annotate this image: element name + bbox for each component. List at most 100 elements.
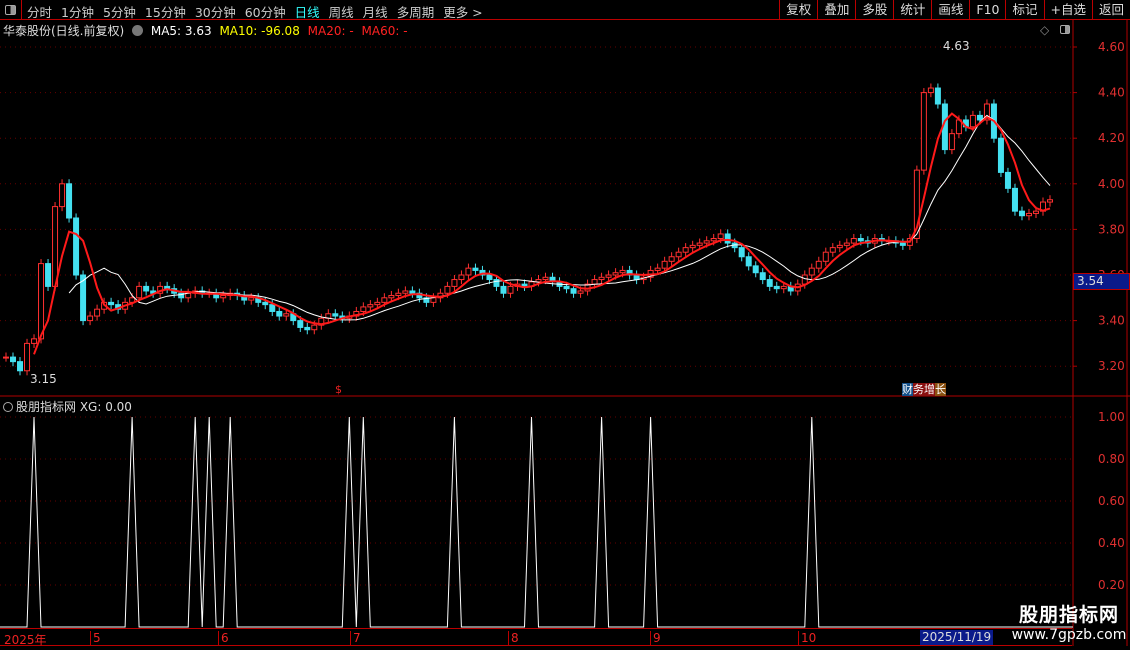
candle-body: [269, 304, 276, 312]
candle-body: [248, 297, 255, 301]
candle-body: [66, 183, 73, 219]
candle-body: [808, 267, 815, 276]
candle-body: [1018, 210, 1025, 217]
candle-body: [899, 242, 906, 246]
candle-body: [822, 251, 829, 262]
candle-body: [752, 265, 759, 274]
candle-body: [535, 279, 542, 283]
current-date-label: 2025/11/19: [920, 630, 994, 645]
xg-signal-line: [0, 416, 1073, 628]
candle-body: [430, 297, 437, 303]
candle-body: [381, 297, 388, 303]
candle-body: [262, 301, 269, 306]
price-tick-label: 4.40: [1098, 86, 1125, 100]
candle-body: [276, 310, 283, 317]
candle-body: [766, 279, 773, 287]
candle-body: [360, 306, 367, 312]
candle-body: [976, 114, 983, 121]
indicator-tick-label: 0.40: [1098, 536, 1125, 550]
date-label: 6: [218, 631, 229, 646]
date-label: 8: [508, 631, 519, 646]
marker-char: 财: [902, 383, 913, 396]
candle-body: [1047, 199, 1053, 203]
candle-body: [87, 315, 94, 322]
date-axis: 2025年 5 6 7 8 9 10 2025/11/19: [0, 628, 1072, 647]
candle-body: [724, 233, 731, 244]
candle-body: [73, 217, 80, 276]
candle-body: [500, 285, 507, 294]
candle-body: [997, 137, 1004, 173]
candle-body: [38, 263, 45, 340]
candle-body: [717, 233, 724, 240]
date-label: 5: [90, 631, 101, 646]
indicator-header: 股朋指标网 XG: 0.00: [3, 398, 132, 415]
candle-body: [920, 92, 927, 171]
indicator-tick-label: 0.60: [1098, 494, 1125, 508]
candle-body: [17, 361, 24, 372]
candle-body: [143, 285, 150, 292]
price-tick-label: 4.60: [1098, 40, 1125, 54]
candle-body: [682, 247, 689, 253]
candle-body: [24, 342, 31, 372]
candle-body: [801, 274, 808, 285]
candle-body: [297, 320, 304, 328]
candle-body: [311, 324, 318, 331]
marker-char: 增: [924, 383, 935, 396]
candle-body: [31, 338, 38, 344]
candle-body: [661, 260, 668, 269]
candle-body: [220, 295, 227, 299]
candle-body: [542, 276, 549, 281]
candle-body: [45, 263, 52, 287]
candle-body: [780, 285, 787, 290]
candle-body: [738, 247, 745, 258]
candle-body: [612, 272, 619, 276]
indicator-settings-icon[interactable]: [3, 402, 13, 412]
price-tick-label: 3.80: [1098, 222, 1125, 236]
candle-body: [458, 274, 465, 281]
candle-body: [374, 301, 381, 306]
signal-marker[interactable]: $: [335, 383, 342, 396]
high-price-label: 4.63: [943, 39, 970, 53]
candle-body: [696, 242, 703, 246]
price-chart[interactable]: 4.604.404.204.003.803.603.403.204.633.15…: [0, 0, 1130, 650]
candle-body: [850, 238, 857, 244]
candle-body: [486, 274, 493, 281]
candle-body: [332, 313, 339, 317]
candle-body: [472, 267, 479, 271]
indicator-tick-label: 1.00: [1098, 410, 1125, 424]
candle-body: [598, 276, 605, 281]
finance-growth-marker[interactable]: 财务增长: [902, 381, 946, 397]
indicator-tick-label: 0.80: [1098, 452, 1125, 466]
price-tick-label: 3.40: [1098, 314, 1125, 328]
candle-body: [577, 290, 584, 294]
ma-line-red: [33, 112, 1051, 355]
candle-body: [570, 288, 577, 294]
candle-body: [10, 356, 17, 363]
candle-body: [409, 290, 416, 294]
date-label: 7: [350, 631, 361, 646]
candle-body: [633, 274, 640, 281]
current-price-label: 3.54: [1073, 273, 1130, 290]
candle-body: [934, 87, 941, 105]
low-price-label: 3.15: [30, 372, 57, 386]
candle-body: [395, 292, 402, 297]
indicator-label: 股朋指标网 XG: 0.00: [16, 400, 132, 414]
price-tick-label: 4.20: [1098, 131, 1125, 145]
date-label: 9: [650, 631, 661, 646]
candle-body: [773, 285, 780, 290]
candle-body: [451, 279, 458, 287]
candle-body: [689, 244, 696, 249]
indicator-tick-label: 0.20: [1098, 578, 1125, 592]
candle-body: [815, 260, 822, 269]
candle-body: [836, 244, 843, 249]
candle-body: [619, 269, 626, 274]
price-tick-label: 3.20: [1098, 359, 1125, 373]
candle-body: [94, 308, 101, 317]
candle-body: [710, 238, 717, 242]
candle-body: [927, 87, 934, 94]
candle-body: [283, 313, 290, 317]
marker-char: 长: [935, 383, 946, 396]
candle-body: [507, 285, 514, 294]
candle-body: [857, 238, 864, 242]
candle-body: [668, 256, 675, 262]
